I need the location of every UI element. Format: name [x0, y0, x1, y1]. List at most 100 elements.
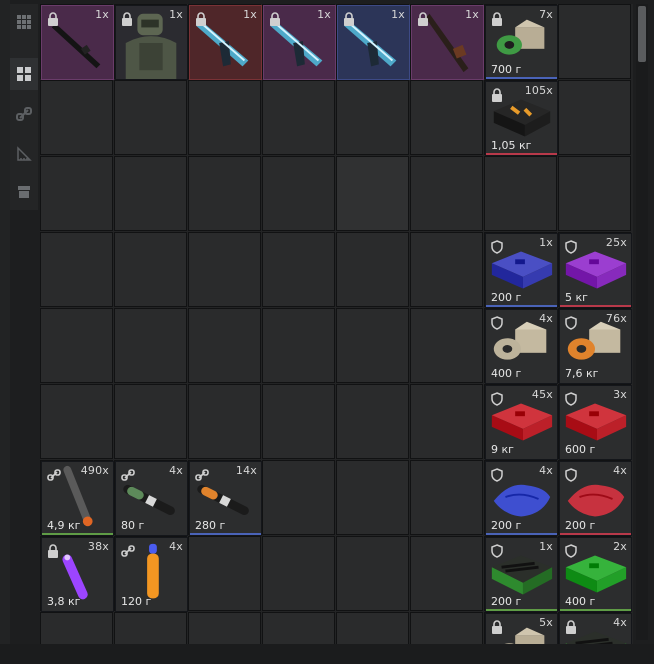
- grid-cell[interactable]: [262, 308, 335, 383]
- grid-cell[interactable]: [336, 460, 409, 535]
- grid-cell[interactable]: [410, 232, 483, 307]
- grid-cell[interactable]: [40, 384, 113, 459]
- grid-cell[interactable]: [40, 156, 113, 231]
- grid-cell[interactable]: [262, 232, 335, 307]
- grid-cell[interactable]: [558, 4, 631, 79]
- item-weight: 3,8 кг: [47, 595, 81, 608]
- inventory-item-orange-tape-box[interactable]: 76x 7,6 кг: [559, 309, 632, 384]
- grid-cell[interactable]: [262, 536, 335, 611]
- grid-cell[interactable]: [114, 384, 187, 459]
- grid-cell[interactable]: [410, 460, 483, 535]
- inventory-item-black-case[interactable]: 105x 1,05 кг: [485, 81, 558, 156]
- rarity-bar: [190, 533, 261, 535]
- grid-cell[interactable]: [558, 156, 631, 231]
- grid-cell[interactable]: [484, 156, 557, 231]
- scrollbar[interactable]: [636, 4, 648, 640]
- link-icon: [47, 467, 61, 481]
- inventory-item-purple-case[interactable]: 25x 5 кг: [559, 233, 632, 308]
- item-weight: 280 г: [195, 519, 226, 532]
- inventory-item-syringe-a[interactable]: 4x 80 г: [115, 461, 188, 536]
- item-weight: 400 г: [491, 367, 522, 380]
- grid-cell[interactable]: [40, 232, 113, 307]
- lock-icon: [47, 11, 61, 26]
- tab-link[interactable]: [10, 98, 38, 130]
- inventory-item-syringe-b[interactable]: 14x 280 г: [189, 461, 262, 536]
- grid-cell[interactable]: [262, 460, 335, 535]
- inventory-item-stick-a[interactable]: 490x 4,9 кг: [41, 461, 114, 536]
- lock-icon: [417, 11, 431, 26]
- grid-cell[interactable]: [188, 536, 261, 611]
- inventory-item-red-cloth[interactable]: 4x 200 г: [559, 461, 632, 536]
- inventory-item-blaster-blue[interactable]: 1x: [337, 5, 410, 80]
- item-weight: 7,6 кг: [565, 367, 599, 380]
- box-icon: [18, 186, 30, 198]
- grid-cell[interactable]: [188, 232, 261, 307]
- inventory-item-orange-vial[interactable]: 4x 120 г: [115, 537, 188, 612]
- grid-cell[interactable]: [336, 536, 409, 611]
- item-count: 3x: [613, 388, 627, 401]
- grid-cell[interactable]: [188, 156, 261, 231]
- grid-cell[interactable]: [336, 384, 409, 459]
- link-icon: [195, 467, 209, 481]
- grid-cell[interactable]: [114, 80, 187, 155]
- inventory-item-gun-rifle[interactable]: 1x: [41, 5, 114, 80]
- inventory-item-green-box[interactable]: 7x 700 г: [485, 5, 558, 80]
- grid-cell[interactable]: [188, 384, 261, 459]
- shield-icon: [491, 315, 505, 330]
- inventory-item-blue-case[interactable]: 1x 200 г: [485, 233, 558, 308]
- inventory-item-red-case-b[interactable]: 3x 600 г: [559, 385, 632, 460]
- inventory-item-blaster-red[interactable]: 1x: [189, 5, 262, 80]
- tab-grid[interactable]: [10, 58, 38, 90]
- grid-cell[interactable]: [336, 232, 409, 307]
- ruler-icon: [17, 146, 32, 161]
- item-weight: 9 кг: [491, 443, 514, 456]
- inventory-item-tape-box[interactable]: 4x 400 г: [485, 309, 558, 384]
- grid-cell[interactable]: [336, 308, 409, 383]
- grid-cell[interactable]: [410, 384, 483, 459]
- inventory-item-red-case-a[interactable]: 45x 9 кг: [485, 385, 558, 460]
- item-count: 4x: [539, 464, 553, 477]
- item-weight: 700 г: [491, 63, 522, 76]
- inventory-item-blue-cloth[interactable]: 4x 200 г: [485, 461, 558, 536]
- inventory-screen: 1x 1x 1x 1x 1x 1x 7x 700 г 105x 1,05 кг 1x 200 г 25x…: [0, 0, 654, 664]
- inventory-item-glowstick[interactable]: 38x 3,8 кг: [41, 537, 114, 612]
- grid-cell[interactable]: [410, 156, 483, 231]
- grid-cell[interactable]: [558, 80, 631, 155]
- grid-cell[interactable]: [410, 308, 483, 383]
- item-count: 4x: [169, 464, 183, 477]
- item-count: 105x: [524, 84, 553, 97]
- grid-cell[interactable]: [410, 536, 483, 611]
- grid-cell[interactable]: [40, 80, 113, 155]
- grid-cell[interactable]: [114, 232, 187, 307]
- grid-cell[interactable]: [262, 384, 335, 459]
- item-count: 38x: [87, 540, 109, 553]
- scrollbar-thumb[interactable]: [638, 6, 646, 62]
- grid-cell[interactable]: [114, 308, 187, 383]
- item-count: 14x: [235, 464, 257, 477]
- tab-box[interactable]: [10, 176, 38, 208]
- grid-cell[interactable]: [410, 80, 483, 155]
- item-count: 1x: [539, 236, 553, 249]
- grid-cell[interactable]: [188, 80, 261, 155]
- item-count: 2x: [613, 540, 627, 553]
- tab-ruler[interactable]: [10, 138, 38, 170]
- grid-cell[interactable]: [262, 80, 335, 155]
- item-count: 1x: [391, 8, 405, 21]
- lock-icon: [195, 11, 209, 26]
- item-weight: 200 г: [491, 519, 522, 532]
- inventory-item-shotgun[interactable]: 1x: [411, 5, 484, 80]
- inventory-item-green-crate[interactable]: 1x 200 г: [485, 537, 558, 612]
- grid-cell[interactable]: [188, 308, 261, 383]
- inventory-item-blaster-purple[interactable]: 1x: [263, 5, 336, 80]
- grid-cell[interactable]: [114, 156, 187, 231]
- grid-cell[interactable]: [336, 80, 409, 155]
- grid-cell[interactable]: [336, 156, 409, 231]
- item-count: 45x: [531, 388, 553, 401]
- grid-cell[interactable]: [262, 156, 335, 231]
- inventory-item-armor[interactable]: 1x: [115, 5, 188, 80]
- rarity-bar: [486, 77, 557, 79]
- inventory-item-green-case[interactable]: 2x 400 г: [559, 537, 632, 612]
- grid-cell[interactable]: [40, 308, 113, 383]
- item-weight: 5 кг: [565, 291, 588, 304]
- tab-grid-small[interactable]: [10, 6, 38, 38]
